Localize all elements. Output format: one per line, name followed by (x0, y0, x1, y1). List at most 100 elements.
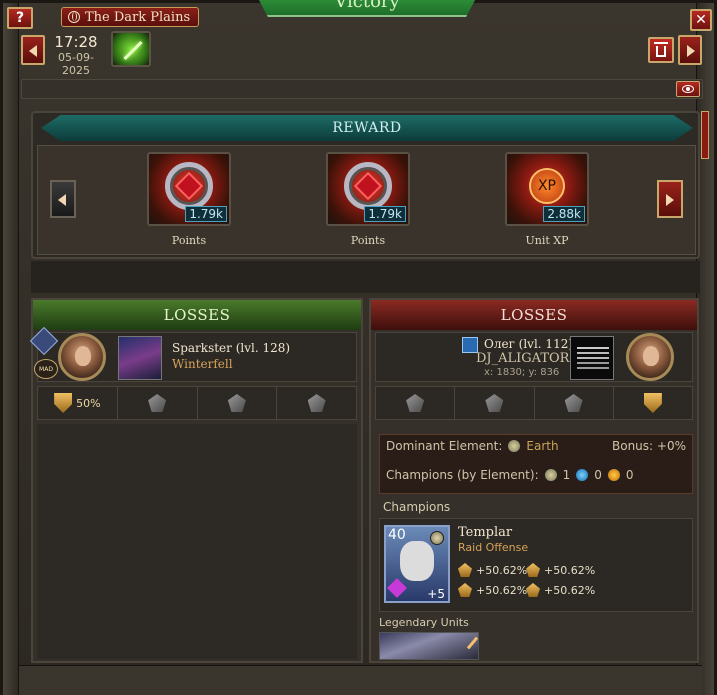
reward-count: 1.79k (185, 206, 227, 222)
element-info-box: Dominant Element: Earth Bonus: +0% Champ… (379, 434, 693, 494)
reward-prev-button[interactable] (50, 180, 76, 218)
report-header: 17:28 05-09-2025 (19, 31, 702, 77)
defender-player-row[interactable]: Олег (lvl. 112) DJ_ALIGATOR x: 1830; y: … (375, 332, 693, 382)
ranged-icon (564, 394, 583, 412)
defense-percent: 50% (76, 396, 101, 410)
tab-ranged[interactable] (535, 387, 614, 419)
tab-ranged[interactable] (198, 387, 278, 419)
champions-by-element-row: Champions (by Element): 1 0 0 (386, 468, 634, 482)
earth-element-icon (543, 468, 558, 482)
reward-label: Points (171, 234, 207, 247)
delete-report-button[interactable] (648, 37, 674, 63)
champion-level: 40 (388, 527, 406, 543)
scrollbar[interactable] (701, 111, 709, 159)
legendary-unit-thumb[interactable] (379, 632, 479, 660)
reward-title: REWARD (41, 115, 693, 141)
defender-avatar[interactable] (626, 333, 674, 381)
cavalry-icon (485, 394, 504, 412)
defender-coords: x: 1830; y: 836 (484, 367, 560, 378)
reward-count: 1.79k (364, 206, 406, 222)
attacker-losses-header: LOSSES (33, 300, 361, 330)
reward-item[interactable]: XP 2.88k Unit XP (504, 152, 590, 247)
stat-value: +50.62% (476, 563, 528, 577)
champions-by-element-label: Champions (by Element): (386, 468, 539, 482)
location-tag[interactable]: The Dark Plains (61, 7, 200, 27)
fire-count: 0 (625, 468, 634, 482)
reward-count: 2.88k (543, 206, 585, 222)
attacker-avatar[interactable] (58, 333, 106, 381)
defense-stat-icon (526, 583, 540, 597)
arrow-right-icon (687, 45, 695, 57)
xp-icon: XP 2.88k (505, 152, 589, 226)
next-report-button[interactable] (678, 35, 702, 65)
attacker-name: Sparkster (lvl. 128) (172, 341, 291, 355)
battle-report-window: ? The Dark Plains Victory ✕ 17:28 05-09-… (0, 0, 717, 695)
reward-carousel: 1.79k Points 1.79k Points XP 2.88k Unit … (37, 145, 696, 255)
rank-emblem-icon (29, 326, 59, 356)
champion-stat: +50.62% (458, 563, 527, 577)
stat-value: +50.62% (544, 583, 596, 597)
timestamp: 17:28 05-09-2025 (47, 33, 105, 77)
tab-siege[interactable] (277, 387, 356, 419)
reward-next-button[interactable] (657, 180, 683, 218)
rarity-star-icon (387, 578, 407, 598)
tab-cavalry[interactable] (455, 387, 535, 419)
arrow-left-icon (58, 194, 66, 206)
location-name: The Dark Plains (85, 9, 191, 25)
help-button[interactable]: ? (7, 7, 33, 29)
reward-item[interactable]: 1.79k Points (325, 152, 411, 247)
reward-label: Unit XP (525, 234, 569, 247)
window-title: Victory (334, 0, 400, 12)
attacker-banner (118, 336, 162, 380)
element-bonus: Bonus: +0% (612, 439, 686, 453)
tab-infantry[interactable] (376, 387, 456, 419)
attacker-losses-list (37, 424, 357, 659)
dominant-element-row: Dominant Element: Earth (386, 439, 559, 453)
champion-stat: +50.62% (526, 563, 595, 577)
arrow-right-icon (666, 194, 674, 206)
earth-element-icon (507, 439, 522, 453)
water-element-icon (575, 468, 590, 482)
legendary-units-label: Legendary Units (379, 616, 469, 629)
champion-bonus-level: +5 (427, 587, 445, 601)
defender-banner (570, 336, 614, 380)
earth-element-icon (430, 531, 444, 545)
defender-name: Олег (lvl. 112) (484, 337, 574, 351)
bottom-bar (19, 665, 702, 695)
defender-unit-tabs (375, 386, 693, 420)
attacker-losses-panel: LOSSES MAD Sparkster (lvl. 128) Winterfe… (29, 298, 363, 663)
ruby-medal-icon: 1.79k (147, 152, 231, 226)
champions-label: Champions (383, 500, 451, 514)
eye-icon (682, 85, 694, 93)
arrow-left-icon (29, 45, 37, 57)
close-button[interactable]: ✕ (690, 9, 712, 31)
champion-card[interactable]: 40 +5 Templar Raid Offense +50.62% +50.6… (379, 518, 693, 612)
champion-stat: +50.62% (526, 583, 595, 597)
reward-label: Points (350, 234, 386, 247)
fire-element-icon (606, 468, 621, 482)
edit-icon (466, 636, 479, 650)
section-divider (31, 261, 700, 293)
champion-stat: +50.62% (458, 583, 527, 597)
defender-alliance: DJ_ALIGATOR (476, 351, 570, 366)
battle-time: 17:28 (54, 33, 98, 51)
ruby-medal-icon: 1.79k (326, 152, 410, 226)
attack-type-icon (111, 31, 151, 67)
frame-left-edge (3, 3, 19, 695)
champion-portrait[interactable]: 40 +5 (384, 525, 450, 603)
attacker-unit-tabs: 50% (37, 386, 357, 420)
ranged-icon (227, 394, 246, 412)
siege-icon (307, 394, 326, 412)
tab-defense[interactable]: 50% (38, 387, 118, 419)
attacker-player-row[interactable]: MAD Sparkster (lvl. 128) Winterfell (29, 326, 357, 382)
view-toggle-button[interactable] (676, 81, 700, 97)
infantry-icon (406, 394, 425, 412)
mad-badge: MAD (34, 359, 58, 379)
champion-name: Templar (458, 525, 513, 540)
tab-infantry[interactable] (118, 387, 198, 419)
dominant-element-label: Dominant Element: (386, 439, 503, 453)
tab-defense[interactable] (614, 387, 692, 419)
previous-report-button[interactable] (21, 35, 45, 65)
attack-stat-icon (458, 583, 472, 597)
reward-item[interactable]: 1.79k Points (146, 152, 232, 247)
